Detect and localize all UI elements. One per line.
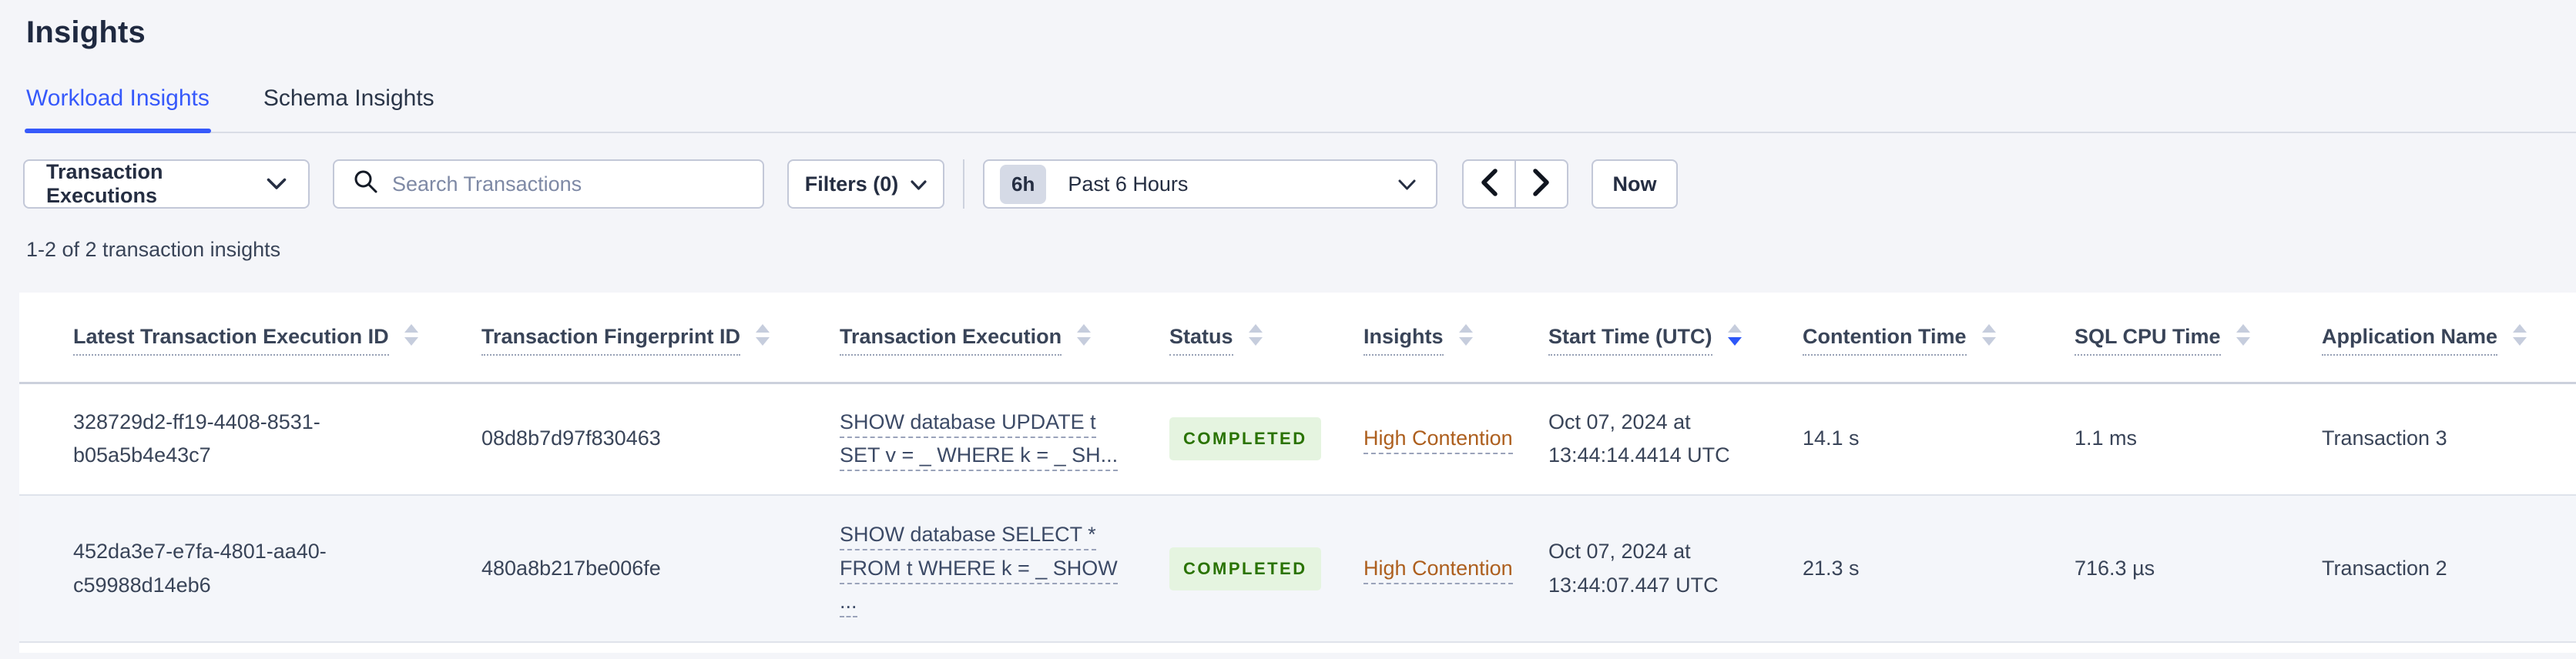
sort-icon[interactable] — [1458, 324, 1473, 346]
search-icon — [353, 169, 378, 199]
cell-contention-time: 14.1 s — [1803, 427, 1860, 450]
insight-type-label: Transaction Executions — [46, 160, 163, 207]
time-range-next-button[interactable] — [1515, 159, 1568, 209]
filters-label: Filters (0) — [804, 172, 899, 196]
cell-status: COMPLETED — [1169, 495, 1363, 642]
sort-icon[interactable] — [404, 324, 418, 346]
cell-transaction-fingerprint-id: 08d8b7d97f830463 — [481, 427, 661, 450]
column-header-latest-transaction-execution-id[interactable]: Latest Transaction Execution ID — [19, 293, 481, 384]
cell-latest-transaction-execution-id: 452da3e7-e7fa-4801-aa40-c59988d14eb6 — [73, 539, 327, 597]
cell-sql-cpu-time: 1.1 ms — [2075, 427, 2138, 450]
column-header-insights[interactable]: Insights — [1363, 293, 1548, 384]
cell-latest-transaction-execution-id: 328729d2-ff19-4408-8531-b05a5b4e43c7 — [73, 410, 320, 467]
toolbar-divider — [963, 159, 964, 209]
cell-transaction-execution: SHOW database SELECT * FROM t WHERE k = … — [840, 495, 1169, 642]
column-header-status[interactable]: Status — [1169, 293, 1363, 384]
search-input[interactable] — [392, 172, 744, 196]
sort-icon[interactable] — [1077, 324, 1092, 346]
table-header-row: Latest Transaction Execution ID Transact… — [19, 293, 2576, 384]
sort-icon[interactable] — [2236, 324, 2250, 346]
filters-dropdown[interactable]: Filters (0) — [787, 159, 944, 209]
cell-status: COMPLETED — [1169, 383, 1363, 495]
chevron-down-icon — [911, 172, 927, 196]
results-summary: 1-2 of 2 transaction insights — [26, 238, 281, 261]
column-header-start-time[interactable]: Start Time (UTC) — [1548, 293, 1803, 384]
status-badge: COMPLETED — [1169, 417, 1321, 461]
time-range-badge: 6h — [1000, 164, 1047, 204]
sort-icon[interactable] — [1981, 324, 1996, 346]
insights-page: Insights Workload Insights Schema Insigh… — [0, 0, 2576, 653]
chevron-right-icon — [1533, 168, 1550, 200]
chevron-left-icon — [1481, 168, 1498, 200]
table-row: 452da3e7-e7fa-4801-aa40-c59988d14eb6 480… — [19, 495, 2576, 642]
status-badge: COMPLETED — [1169, 547, 1321, 590]
sort-icon[interactable] — [2513, 324, 2527, 346]
column-header-transaction-fingerprint-id[interactable]: Transaction Fingerprint ID — [481, 293, 840, 384]
sort-desc-icon[interactable] — [1727, 324, 1742, 346]
now-button[interactable]: Now — [1592, 159, 1678, 209]
time-range-dropdown[interactable]: 6h Past 6 Hours — [983, 159, 1437, 209]
insights-table-card: Latest Transaction Execution ID Transact… — [19, 293, 2576, 653]
column-header-application-name[interactable]: Application Name — [2322, 293, 2576, 384]
cell-transaction-fingerprint-id: 480a8b217be006fe — [481, 556, 661, 580]
column-header-transaction-execution[interactable]: Transaction Execution — [840, 293, 1169, 384]
search-box[interactable] — [333, 159, 764, 209]
sort-icon[interactable] — [756, 324, 770, 346]
time-range-prev-button[interactable] — [1462, 159, 1515, 209]
cell-start-time: Oct 07, 2024 at 13:44:14.4414 UTC — [1548, 410, 1730, 467]
column-header-contention-time[interactable]: Contention Time — [1803, 293, 2075, 384]
cell-insights: High Contention — [1363, 495, 1548, 642]
column-header-sql-cpu-time[interactable]: SQL CPU Time — [2075, 293, 2322, 384]
insight-type-dropdown[interactable]: Transaction Executions — [23, 159, 310, 209]
cell-start-time: Oct 07, 2024 at 13:44:07.447 UTC — [1548, 539, 1719, 597]
cell-sql-cpu-time: 716.3 µs — [2075, 556, 2155, 580]
chevron-down-icon — [1398, 172, 1416, 196]
sort-icon[interactable] — [1248, 324, 1263, 346]
time-range-nav — [1462, 159, 1568, 209]
chevron-down-icon — [267, 172, 287, 196]
insight-link[interactable]: High Contention — [1363, 427, 1513, 455]
page-title: Insights — [26, 15, 146, 49]
toolbar: Transaction Executions Filters (0) 6h Pa… — [23, 159, 2576, 209]
tab-workload-insights[interactable]: Workload Insights — [25, 81, 211, 133]
cell-insights: High Contention — [1363, 383, 1548, 495]
cell-application-name: Transaction 3 — [2322, 427, 2447, 450]
cell-application-name: Transaction 2 — [2322, 556, 2447, 580]
time-range-label: Past 6 Hours — [1068, 172, 1189, 196]
tab-bar: Workload Insights Schema Insights — [25, 81, 2576, 133]
insights-table: Latest Transaction Execution ID Transact… — [19, 293, 2576, 643]
tab-schema-insights[interactable]: Schema Insights — [262, 81, 436, 132]
transaction-execution-link[interactable]: SHOW database UPDATE t SET v = _ WHERE k… — [840, 410, 1119, 472]
cell-transaction-execution: SHOW database UPDATE t SET v = _ WHERE k… — [840, 383, 1169, 495]
cell-contention-time: 21.3 s — [1803, 556, 1860, 580]
insight-link[interactable]: High Contention — [1363, 556, 1513, 584]
table-row: 328729d2-ff19-4408-8531-b05a5b4e43c7 08d… — [19, 383, 2576, 495]
transaction-execution-link[interactable]: SHOW database SELECT * FROM t WHERE k = … — [840, 522, 1118, 618]
